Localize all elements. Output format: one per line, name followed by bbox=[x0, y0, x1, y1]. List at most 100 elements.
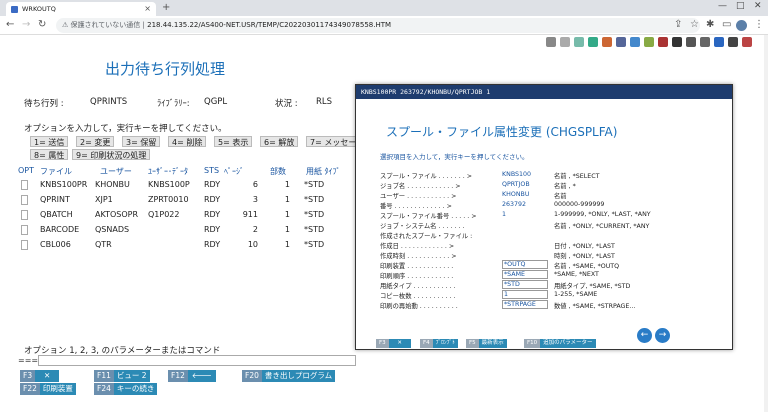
option-message-button[interactable]: 7= メッセー bbox=[306, 136, 361, 147]
column-header-opt: OPT bbox=[18, 166, 35, 175]
bookmark-star-icon[interactable]: ☆ bbox=[690, 19, 699, 30]
option-input[interactable] bbox=[21, 195, 28, 205]
new-tab-button[interactable]: + bbox=[162, 2, 170, 13]
camera-icon[interactable] bbox=[672, 37, 682, 47]
print-icon[interactable] bbox=[686, 37, 696, 47]
download-icon[interactable] bbox=[546, 37, 556, 47]
tab-bar: WRKOUTQ × + — □ ✕ bbox=[0, 0, 768, 16]
cell-form: *STD bbox=[304, 225, 325, 234]
param-row: 印刷の再始動 . . . . . . . . . . *STRPAGE 数値 , *… bbox=[380, 300, 636, 310]
f12-back-button[interactable]: F12 🡐 bbox=[168, 370, 216, 382]
option-delete-button[interactable]: 4= 削除 bbox=[168, 136, 207, 147]
tool-icon[interactable] bbox=[602, 37, 612, 47]
cell-user: KHONBU bbox=[95, 180, 130, 189]
tool-icon[interactable] bbox=[616, 37, 626, 47]
option-display-button[interactable]: 5= 表示 bbox=[214, 136, 253, 147]
option-input[interactable] bbox=[21, 240, 28, 250]
option-change-button[interactable]: 2= 変更 bbox=[76, 136, 115, 147]
form-type-input[interactable]: *STD bbox=[502, 280, 548, 289]
option-input[interactable] bbox=[21, 180, 28, 190]
cell-user: AKTOSOPR bbox=[95, 210, 139, 219]
column-header-file: ファイル bbox=[40, 167, 72, 176]
tool-icon[interactable] bbox=[574, 37, 584, 47]
outq-label: 待ち行列 : bbox=[24, 99, 64, 109]
f3-exit-button[interactable]: F3 ✕ bbox=[20, 370, 60, 382]
cell-form: *STD bbox=[304, 195, 325, 204]
next-page-icon[interactable]: → bbox=[655, 328, 670, 343]
option-attributes-button[interactable]: 8= 属性 bbox=[30, 149, 69, 160]
close-icon: ✕ bbox=[388, 339, 411, 348]
address-bar[interactable]: ⚠ 保護されていない通信 | 218.44.135.22/AS400-NET.U… bbox=[56, 18, 700, 33]
image-icon[interactable] bbox=[588, 37, 598, 47]
dialog-f4-prompt-button[interactable]: F4 ﾌﾟﾛﾝﾌﾟﾄ bbox=[420, 339, 458, 348]
prev-page-icon[interactable]: ← bbox=[637, 328, 652, 343]
tool-icon[interactable] bbox=[658, 37, 668, 47]
close-icon: ✕ bbox=[35, 370, 60, 382]
share-icon[interactable]: ⇪ bbox=[674, 19, 682, 30]
table-row: CBL006 QTR RDY 10 1 *STD bbox=[0, 239, 360, 252]
close-window-icon[interactable]: ✕ bbox=[754, 1, 762, 11]
cell-user: QTR bbox=[95, 240, 112, 249]
help-icon[interactable] bbox=[714, 37, 724, 47]
f24-more-keys-button[interactable]: F24 キーの続き bbox=[94, 383, 158, 395]
cell-userdata: KNBS100P bbox=[148, 180, 190, 189]
cell-copies: 1 bbox=[284, 210, 290, 219]
minimize-icon[interactable]: — bbox=[718, 1, 727, 11]
option-send-button[interactable]: 1= 送信 bbox=[30, 136, 69, 147]
settings-icon[interactable] bbox=[700, 37, 710, 47]
browser-tab[interactable]: WRKOUTQ × bbox=[6, 2, 156, 16]
f22-printer-button[interactable]: F22 印刷装置 bbox=[20, 383, 76, 395]
dialog-f5-refresh-button[interactable]: F5 最新表示 bbox=[466, 339, 507, 348]
option-hold-button[interactable]: 3= 保留 bbox=[122, 136, 161, 147]
maximize-icon[interactable]: □ bbox=[736, 1, 745, 11]
tool-icon[interactable] bbox=[630, 37, 640, 47]
library-label: ﾗｲﾌﾞﾗﾘｰ: bbox=[157, 99, 190, 109]
alert-icon[interactable] bbox=[742, 37, 752, 47]
cell-status: RDY bbox=[204, 210, 221, 219]
extension-puzzle-icon[interactable]: ✱ bbox=[706, 19, 714, 30]
option-release-button[interactable]: 6= 解放 bbox=[260, 136, 299, 147]
dialog-f3-exit-button[interactable]: F3 ✕ bbox=[376, 339, 411, 348]
cell-pages: 6 bbox=[252, 180, 258, 189]
f20-writer-button[interactable]: F20 書き出しプログラム bbox=[242, 370, 336, 382]
f11-view2-button[interactable]: F11 ビュー 2 bbox=[94, 370, 150, 382]
mail-icon[interactable] bbox=[728, 37, 738, 47]
dialog-title: スプール・ファイル属性変更 (CHGSPLFA) bbox=[386, 125, 618, 139]
command-input[interactable] bbox=[38, 355, 356, 366]
cell-userdata: ZPRT0010 bbox=[148, 195, 189, 204]
param-row: ジョブ名 . . . . . . . . . . . . > QPRTJOB 名前 … bbox=[380, 181, 576, 190]
option-input[interactable] bbox=[21, 210, 28, 220]
dialog-f10-additional-params-button[interactable]: F10 追加のパラメーター bbox=[524, 339, 596, 348]
option-print-status-button[interactable]: 9= 印刷状況の処理 bbox=[72, 149, 151, 160]
profile-avatar[interactable] bbox=[736, 20, 747, 31]
param-row: 作成日 . . . . . . . . . . . . > 日付 , *ONLY,… bbox=[380, 243, 615, 250]
cell-status: RDY bbox=[204, 240, 221, 249]
back-icon[interactable]: ← bbox=[6, 19, 14, 30]
library-value: QGPL bbox=[204, 97, 228, 107]
cell-file: CBL006 bbox=[40, 240, 71, 249]
copies-input[interactable]: 1 bbox=[502, 290, 548, 299]
forward-icon[interactable]: → bbox=[22, 19, 30, 30]
cell-userdata: Q1P022 bbox=[148, 210, 180, 219]
cell-copies: 1 bbox=[284, 195, 290, 204]
menu-icon[interactable]: ⋮ bbox=[754, 19, 764, 30]
page-scrollbar[interactable] bbox=[764, 35, 768, 412]
option-input[interactable] bbox=[21, 225, 28, 235]
param-row: ジョブ・システム名 . . . . . . . 名前 , *ONLY, *CURR… bbox=[380, 223, 650, 230]
reload-icon[interactable]: ↻ bbox=[38, 19, 46, 30]
instruction-text: オプションを入力して，実行キーを押してください。 bbox=[24, 124, 227, 134]
param-row: ユーザー . . . . . . . . . . . > KHONBU 名前 bbox=[380, 191, 567, 200]
sidebar-icon[interactable]: ▭ bbox=[722, 19, 731, 30]
tab-title: WRKOUTQ bbox=[22, 5, 56, 13]
cell-status: RDY bbox=[204, 180, 221, 189]
url-text: 218.44.135.22/AS400-NET.USR/TEMP/C202203… bbox=[147, 21, 392, 29]
printer-input[interactable]: *OUTQ bbox=[502, 260, 548, 269]
upload-icon[interactable] bbox=[560, 37, 570, 47]
cell-pages: 911 bbox=[242, 210, 258, 219]
column-header-form: 用紙 ﾀｲﾌﾟ bbox=[306, 167, 341, 176]
print-sequence-input[interactable]: *SAME bbox=[502, 270, 548, 279]
security-warning: 保護されていない通信 bbox=[70, 21, 141, 29]
tool-icon[interactable] bbox=[644, 37, 654, 47]
restart-printing-input[interactable]: *STRPAGE bbox=[502, 300, 548, 309]
tab-close-icon[interactable]: × bbox=[144, 2, 151, 16]
